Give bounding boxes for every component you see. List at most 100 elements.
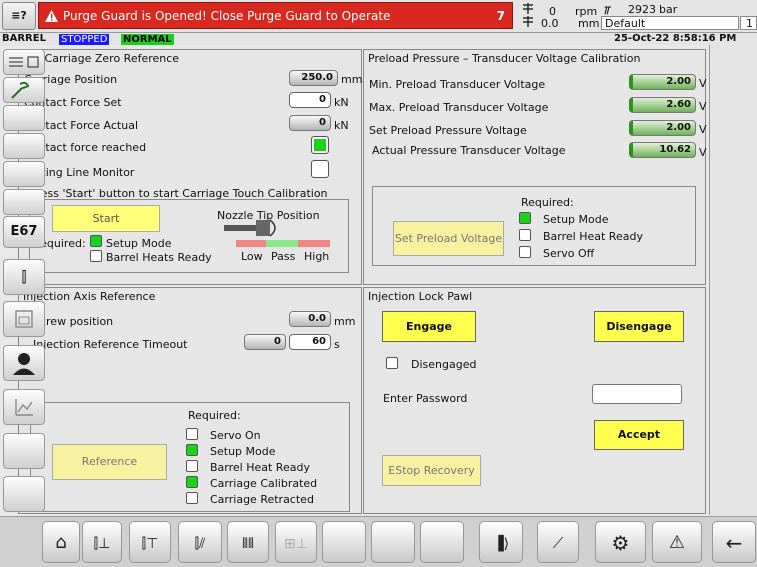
profile-name: Default: [605, 17, 646, 30]
warning-icon: [45, 10, 58, 22]
warning-icon: ⚠: [668, 532, 686, 553]
screw-icon: ⫿: [21, 268, 27, 286]
setup-mode-label: Setup Mode: [543, 213, 609, 226]
nozzle-pass-zone: [266, 240, 298, 247]
sidebar-button-12[interactable]: [3, 476, 45, 512]
carriage-position-unit: mm: [341, 73, 363, 86]
screw-icon: ⫿⊤: [141, 536, 159, 552]
set-preload-voltage-button[interactable]: Set Preload Voltage: [393, 221, 504, 256]
sidebar-wrench-button[interactable]: [3, 77, 45, 103]
nozzle-low-zone: [236, 240, 266, 247]
pressure-value: 2923: [628, 3, 656, 16]
operator-icon: [13, 353, 35, 375]
barrel-heat-label: Barrel Heat Ready: [210, 461, 310, 474]
blank-button-3[interactable]: [420, 521, 464, 563]
home-button[interactable]: ⌂: [42, 521, 80, 563]
screw-forward-button[interactable]: ⫿⊥: [82, 521, 122, 563]
nozzle-icon: [224, 219, 276, 237]
screw-position-label: Screw position: [33, 315, 114, 328]
setup-mode-label: Setup Mode: [210, 445, 276, 458]
alarms-button[interactable]: ⚠: [652, 521, 702, 563]
disengage-button[interactable]: Disengage: [594, 311, 684, 342]
panel-title: Preload Pressure – Transducer Voltage Ca…: [368, 52, 641, 65]
disengaged-label: Disengaged: [411, 358, 477, 371]
engage-button[interactable]: Engage: [382, 311, 476, 342]
profile-field[interactable]: Default: [601, 16, 739, 30]
injection-timeout-actual: 0: [244, 334, 286, 350]
contact-force-actual-value: 0: [289, 115, 331, 131]
screw-icon: ⫿⊥: [93, 536, 111, 552]
password-label: Enter Password: [383, 392, 468, 405]
alarm-banner[interactable]: Purge Guard is Opened! Close Purge Guard…: [38, 2, 513, 29]
heater-bands-button[interactable]: ⫴⫴: [227, 521, 269, 563]
barrel-label: BARREL: [2, 33, 46, 44]
mold-icon: [15, 310, 33, 328]
menu-help-button[interactable]: ≡?: [2, 2, 36, 30]
back-arrow-icon: ←: [725, 531, 743, 555]
profile-number: 1: [740, 16, 757, 30]
normal-badge: NORMAL: [121, 34, 174, 45]
settings-button[interactable]: ⚙: [595, 521, 646, 563]
estop-recovery-button[interactable]: EStop Recovery: [382, 455, 481, 486]
barrel-heat-indicator: [519, 229, 531, 241]
contact-force-set-input[interactable]: 0: [289, 92, 331, 108]
screw-speed-button[interactable]: ⫿⫽: [178, 521, 222, 563]
back-button[interactable]: ←: [712, 521, 756, 563]
heater-icon: ⫴⫴: [242, 536, 254, 552]
nozzle-pass-label: Pass: [271, 250, 296, 263]
blank-button-2[interactable]: [371, 521, 415, 563]
inactive-tool-button[interactable]: ⊞⊥: [275, 521, 317, 563]
screw-position-value: 0.0: [289, 311, 331, 327]
sidebar-operator-button[interactable]: [3, 345, 45, 381]
contact-force-set-unit: kN: [334, 96, 349, 109]
sidebar-button-4[interactable]: [3, 133, 45, 159]
min-preload-value[interactable]: 2.00: [629, 74, 696, 90]
nozzle-high-zone: [298, 240, 330, 247]
servo-on-indicator: [186, 428, 198, 440]
servo-off-label: Servo Off: [543, 247, 595, 260]
max-preload-value[interactable]: 2.60: [629, 97, 696, 113]
sidebar-button-11[interactable]: [3, 433, 45, 469]
parting-line-checkbox[interactable]: [311, 160, 329, 178]
start-button[interactable]: Start: [52, 205, 160, 232]
nozzle-low-label: Low: [241, 250, 263, 263]
actual-pressure-value: 10.62: [629, 142, 696, 158]
graph-icon: ⟋: [552, 534, 564, 552]
carriage-calibrated-label: Carriage Calibrated: [210, 477, 318, 490]
sidebar-screw-button[interactable]: ⫿: [3, 259, 45, 295]
panel-title: Injection Lock Pawl: [368, 290, 473, 303]
required-label: Required:: [188, 409, 241, 422]
inactive-tool-icon: ⊞⊥: [284, 536, 308, 552]
sidebar-button-3[interactable]: [3, 105, 45, 131]
panel-title: Set Carriage Zero Reference: [23, 52, 180, 65]
graph-button[interactable]: ⟋: [537, 521, 579, 563]
nozzle-high-label: High: [304, 250, 330, 263]
wrench-icon: [11, 81, 30, 99]
sidebar-chart-button[interactable]: [3, 389, 45, 425]
alarm-count: 7: [496, 9, 505, 23]
sidebar-mold-button[interactable]: [3, 301, 45, 337]
password-input[interactable]: [592, 384, 682, 404]
setup-mode-label: Setup Mode: [106, 237, 172, 250]
sidebar-heater-button[interactable]: [3, 49, 45, 75]
actual-pressure-label: Actual Pressure Transducer Voltage: [372, 144, 566, 157]
barrel-heat-indicator: [186, 460, 198, 472]
set-preload-value[interactable]: 2.00: [629, 120, 696, 136]
accept-button[interactable]: Accept: [594, 420, 684, 450]
injection-timeout-label: Injection Reference Timeout: [33, 338, 188, 351]
servo-off-indicator: [519, 246, 531, 258]
screw-icon: ⫿⫽: [194, 536, 206, 552]
sidebar-button-6[interactable]: [3, 189, 45, 215]
mold-opening-button[interactable]: ▐⟩: [479, 521, 523, 563]
carriage-retracted-label: Carriage Retracted: [210, 493, 314, 506]
injection-timeout-input[interactable]: 60: [289, 334, 331, 350]
blank-button-1[interactable]: [322, 521, 366, 563]
reference-button[interactable]: Reference: [52, 444, 167, 480]
sidebar-e67-button[interactable]: E67: [3, 216, 45, 248]
max-preload-unit: V: [699, 100, 707, 113]
set-preload-label: Set Preload Pressure Voltage: [369, 124, 527, 137]
barrel-heats-label: Barrel Heats Ready: [106, 251, 212, 264]
contact-force-actual-unit: kN: [334, 119, 349, 132]
screw-back-button[interactable]: ⫿⊤: [129, 521, 171, 563]
sidebar-button-5[interactable]: [3, 161, 45, 187]
